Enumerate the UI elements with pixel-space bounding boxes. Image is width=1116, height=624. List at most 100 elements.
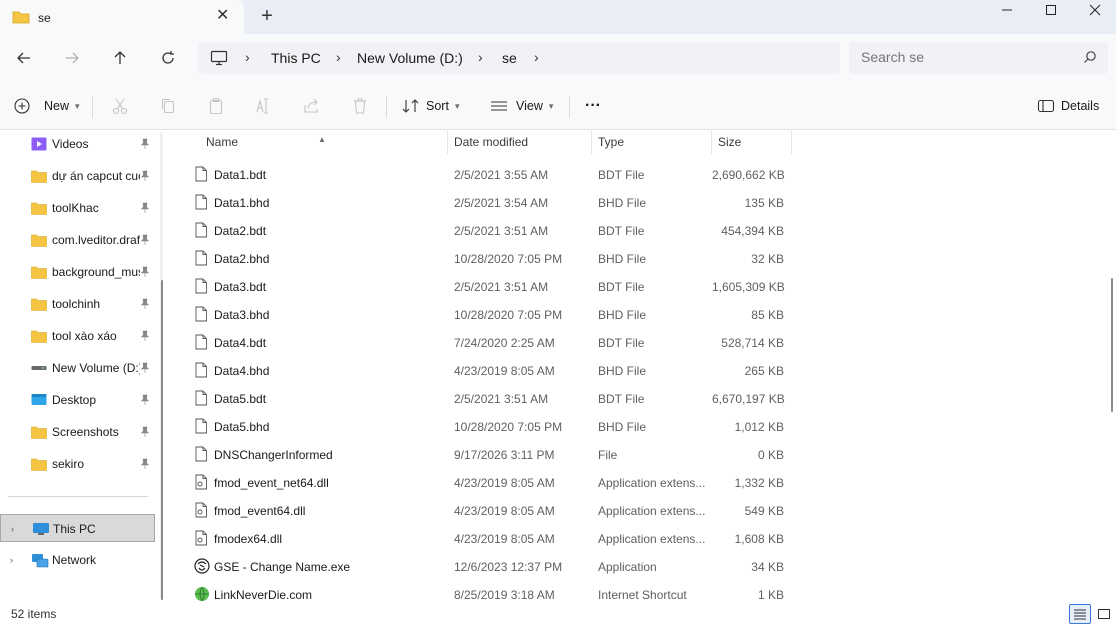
column-header-type[interactable]: Type	[598, 135, 624, 149]
sidebar-scrollbar-thumb[interactable]	[161, 280, 163, 600]
sidebar-item[interactable]: toolKhac	[0, 194, 155, 222]
file-size: 34 KB	[751, 560, 784, 574]
pin-icon[interactable]	[140, 362, 150, 377]
new-tab-button[interactable]: +	[256, 6, 278, 26]
file-list-scrollbar-thumb[interactable]	[1111, 278, 1113, 412]
column-header-date[interactable]: Date modified	[454, 135, 528, 149]
file-type: BDT File	[598, 280, 645, 294]
breadcrumb-se[interactable]: se	[502, 50, 517, 66]
close-tab-icon[interactable]: ✕	[216, 8, 229, 24]
file-row[interactable]: Data3.bhd 10/28/2020 7:05 PM BHD File 85 KB	[172, 300, 792, 328]
file-row[interactable]: Data4.bhd 4/23/2019 8:05 AM BHD File 265 KB	[172, 356, 792, 384]
pin-icon[interactable]	[140, 234, 150, 249]
sidebar-item[interactable]: background_music	[0, 258, 155, 286]
rename-icon[interactable]	[254, 96, 274, 116]
breadcrumb-chevron-icon[interactable]: ›	[336, 49, 341, 65]
maximize-button[interactable]	[1028, 0, 1074, 20]
pin-icon[interactable]	[140, 458, 150, 473]
file-list-scrollbar[interactable]	[1110, 130, 1113, 602]
tiles-view-button[interactable]	[1093, 604, 1115, 624]
pin-icon[interactable]	[140, 426, 150, 441]
cut-icon[interactable]	[110, 96, 130, 116]
forward-button[interactable]	[60, 46, 84, 70]
dll-icon	[194, 474, 208, 493]
chevron-right-icon[interactable]: ›	[11, 524, 14, 534]
search-input[interactable]	[861, 49, 1071, 65]
view-button[interactable]: View ▾	[490, 94, 553, 118]
column-divider[interactable]	[711, 130, 712, 154]
copy-icon[interactable]	[158, 96, 178, 116]
file-type: File	[598, 448, 618, 462]
pin-icon[interactable]	[140, 202, 150, 217]
delete-icon[interactable]	[350, 96, 370, 116]
divider	[92, 96, 93, 118]
sidebar-item-label: Network	[52, 553, 97, 567]
file-row[interactable]: Data5.bdt 2/5/2021 3:51 AM BDT File 6,670,1…	[172, 384, 792, 412]
breadcrumb-chevron-icon[interactable]: ›	[245, 49, 250, 65]
back-button[interactable]	[12, 46, 36, 70]
pin-icon[interactable]	[140, 170, 150, 185]
up-button[interactable]	[108, 46, 132, 70]
paste-icon[interactable]	[206, 96, 226, 116]
minimize-button[interactable]	[984, 0, 1030, 20]
address-bar[interactable]: › This PC › New Volume (D:) › se ›	[198, 42, 840, 74]
breadcrumb-chevron-icon[interactable]: ›	[534, 49, 539, 65]
close-window-button[interactable]	[1072, 0, 1116, 20]
file-row[interactable]: Data1.bhd 2/5/2021 3:54 AM BHD File 135 KB	[172, 188, 792, 216]
chevron-right-icon[interactable]: ›	[10, 555, 13, 565]
refresh-button[interactable]	[156, 46, 180, 70]
sidebar-item[interactable]: sekiro	[0, 450, 155, 478]
file-row[interactable]: GSE - Change Name.exe 12/6/2023 12:37 PM A…	[172, 552, 792, 580]
column-divider[interactable]	[447, 130, 448, 154]
sort-button[interactable]: Sort ▾	[402, 94, 459, 118]
file-date-modified: 2/5/2021 3:51 AM	[454, 280, 549, 294]
file-date-modified: 4/23/2019 8:05 AM	[454, 504, 555, 518]
search-box[interactable]	[849, 42, 1108, 74]
file-row[interactable]: fmod_event_net64.dll 4/23/2019 8:05 AM App…	[172, 468, 792, 496]
sidebar-item[interactable]: Desktop	[0, 386, 155, 414]
sidebar-item[interactable]: Videos	[0, 130, 155, 158]
file-row[interactable]: fmod_event64.dll 4/23/2019 8:05 AM Applica…	[172, 496, 792, 524]
sidebar-item[interactable]: Screenshots	[0, 418, 155, 446]
drive-icon	[31, 361, 47, 375]
details-view-button[interactable]	[1069, 604, 1091, 624]
tab-se[interactable]: se ✕	[0, 0, 244, 34]
new-button[interactable]: New ▾	[14, 94, 80, 118]
file-row[interactable]: Data2.bhd 10/28/2020 7:05 PM BHD File 32 KB	[172, 244, 792, 272]
pin-icon[interactable]	[140, 266, 150, 281]
column-header-name[interactable]: Name	[206, 135, 238, 149]
file-row[interactable]: Data3.bdt 2/5/2021 3:51 AM BDT File 1,605,3…	[172, 272, 792, 300]
sidebar-item[interactable]: com.lveditor.draft	[0, 226, 155, 254]
sidebar-item[interactable]: New Volume (D:)	[0, 354, 155, 382]
file-row[interactable]: fmodex64.dll 4/23/2019 8:05 AM Application…	[172, 524, 792, 552]
search-icon[interactable]	[1083, 50, 1097, 67]
column-divider[interactable]	[591, 130, 592, 154]
sidebar-item[interactable]: tool xào xáo	[0, 322, 155, 350]
file-date-modified: 4/23/2019 8:05 AM	[454, 532, 555, 546]
file-row[interactable]: Data4.bdt 7/24/2020 2:25 AM BDT File 528,71…	[172, 328, 792, 356]
file-name: Data4.bdt	[214, 336, 267, 350]
sidebar-item-network[interactable]: › Network	[0, 546, 155, 574]
file-name: fmod_event64.dll	[214, 504, 306, 518]
sidebar-item[interactable]: toolchinh	[0, 290, 155, 318]
breadcrumb-this-pc[interactable]: This PC	[271, 50, 321, 66]
pin-icon[interactable]	[140, 138, 150, 153]
file-row[interactable]: Data1.bdt 2/5/2021 3:55 AM BDT File 2,690,6…	[172, 160, 792, 188]
sidebar-item-this-pc[interactable]: › This PC	[0, 514, 155, 542]
pin-icon[interactable]	[140, 330, 150, 345]
pin-icon[interactable]	[140, 298, 150, 313]
share-icon[interactable]	[302, 96, 322, 116]
column-header-size[interactable]: Size	[718, 135, 741, 149]
file-row[interactable]: Data5.bhd 10/28/2020 7:05 PM BHD File 1,012…	[172, 412, 792, 440]
file-row[interactable]: DNSChangerInformed 9/17/2026 3:11 PM File 0…	[172, 440, 792, 468]
breadcrumb-new-volume[interactable]: New Volume (D:)	[357, 50, 463, 66]
pin-icon[interactable]	[140, 394, 150, 409]
sort-label: Sort	[426, 99, 449, 113]
details-button[interactable]: Details	[1037, 94, 1099, 118]
file-row[interactable]: Data2.bdt 2/5/2021 3:51 AM BDT File 454,394…	[172, 216, 792, 244]
file-row[interactable]: LinkNeverDie.com 8/25/2019 3:18 AM Interne…	[172, 580, 792, 602]
sidebar-item[interactable]: dự án capcut cuối	[0, 162, 155, 190]
column-divider[interactable]	[791, 130, 792, 154]
breadcrumb-chevron-icon[interactable]: ›	[478, 49, 483, 65]
more-options-button[interactable]: ···	[585, 94, 601, 118]
